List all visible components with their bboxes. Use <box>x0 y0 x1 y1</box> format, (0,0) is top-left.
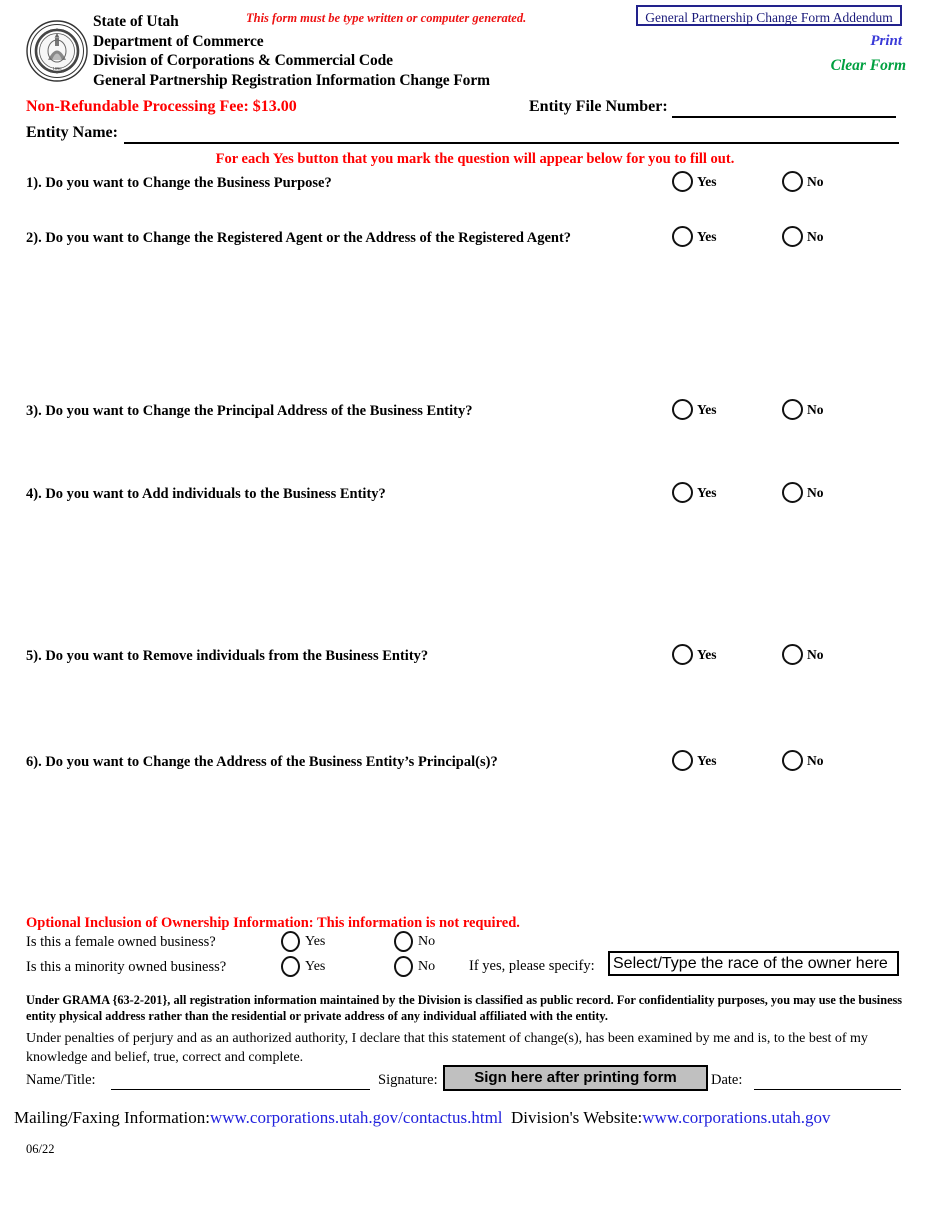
question-2-no-radio[interactable] <box>782 226 803 247</box>
question-4-no-option[interactable]: No <box>782 482 824 503</box>
ownership-question-1: Is this a female owned business? <box>26 934 216 950</box>
question-6-no-option[interactable]: No <box>782 750 824 771</box>
question-5-no-label: No <box>807 646 824 662</box>
question-5-yes-option[interactable]: Yes <box>672 644 717 665</box>
grama-notice: Under GRAMA {63-2-201}, all registration… <box>26 993 903 1023</box>
question-2-yes-option[interactable]: Yes <box>672 226 717 247</box>
question-2-yes-radio[interactable] <box>672 226 693 247</box>
question-6-yes-radio[interactable] <box>672 750 693 771</box>
question-6-no-label: No <box>807 752 824 768</box>
question-5-yes-label: Yes <box>697 646 717 662</box>
question-1-yes-radio[interactable] <box>672 171 693 192</box>
question-2-no-option[interactable]: No <box>782 226 824 247</box>
footer-gap <box>503 1108 512 1127</box>
question-1-no-radio[interactable] <box>782 171 803 192</box>
yes-instruction-text: For each Yes button that you mark the qu… <box>215 151 735 167</box>
question-4-radio-group: Yes No <box>0 482 950 506</box>
ownership-1-yes-label: Yes <box>305 933 326 949</box>
ownership-1-yes-option[interactable]: Yes <box>281 931 325 952</box>
question-1-yes-option[interactable]: Yes <box>672 171 717 192</box>
ownership-question-2: Is this a minority owned business? <box>26 959 227 975</box>
division-website-link[interactable]: www.corporations.utah.gov <box>642 1108 830 1127</box>
addendum-button[interactable]: General Partnership Change Form Addendum <box>636 5 902 26</box>
entity-file-number-input[interactable] <box>672 116 896 118</box>
ownership-1-yes-radio[interactable] <box>281 931 300 952</box>
typewritten-notice: This form must be type written or comput… <box>246 11 527 25</box>
date-input[interactable] <box>754 1089 901 1090</box>
ownership-2-no-label: No <box>418 958 436 974</box>
question-5-no-option[interactable]: No <box>782 644 824 665</box>
question-5-no-radio[interactable] <box>782 644 803 665</box>
ownership-1-no-option[interactable]: No <box>394 931 435 952</box>
signature-label: Signature: <box>378 1072 438 1088</box>
question-2-no-label: No <box>807 228 824 244</box>
question-4-yes-option[interactable]: Yes <box>672 482 717 503</box>
question-6-yes-label: Yes <box>697 752 717 768</box>
date-label: Date: <box>711 1072 743 1088</box>
print-button[interactable]: Print <box>0 33 902 50</box>
ownership-2-no-radio[interactable] <box>394 956 413 977</box>
question-2-radio-group: Yes No <box>0 226 950 250</box>
entity-file-number-label: Entity File Number: <box>529 98 668 115</box>
clear-form-button[interactable]: Clear Form <box>0 57 906 75</box>
entity-name-input[interactable] <box>124 142 899 144</box>
question-3-yes-option[interactable]: Yes <box>672 399 717 420</box>
name-title-input[interactable] <box>111 1089 370 1090</box>
ownership-2-yes-radio[interactable] <box>281 956 300 977</box>
question-3-no-label: No <box>807 401 824 417</box>
question-3-no-radio[interactable] <box>782 399 803 420</box>
ownership-2-no-option[interactable]: No <box>394 956 435 977</box>
question-4-yes-radio[interactable] <box>672 482 693 503</box>
question-1-yes-label: Yes <box>697 173 717 189</box>
question-5-radio-group: Yes No <box>0 644 950 668</box>
question-4-yes-label: Yes <box>697 484 717 500</box>
question-5-yes-radio[interactable] <box>672 644 693 665</box>
division-website-label: Division's Website: <box>511 1108 643 1127</box>
question-1-no-label: No <box>807 173 824 189</box>
ownership-2-yes-label: Yes <box>305 958 326 974</box>
ownership-1-no-label: No <box>418 933 436 949</box>
question-3-radio-group: Yes No <box>0 399 950 423</box>
question-2-yes-label: Yes <box>697 228 717 244</box>
question-6-no-radio[interactable] <box>782 750 803 771</box>
footer-contact-line: Mailing/Faxing Information:www.corporati… <box>14 1108 831 1128</box>
mailing-faxing-label: Mailing/Faxing Information: <box>14 1108 210 1127</box>
form-version: 06/22 <box>26 1142 55 1156</box>
question-4-no-radio[interactable] <box>782 482 803 503</box>
ownership-2-yes-option[interactable]: Yes <box>281 956 325 977</box>
question-3-yes-label: Yes <box>697 401 717 417</box>
question-6-yes-option[interactable]: Yes <box>672 750 717 771</box>
form-page: 1896 State of Utah Department of Commerc… <box>0 0 950 1230</box>
name-title-label: Name/Title: <box>26 1072 96 1088</box>
signature-button[interactable]: Sign here after printing form <box>443 1065 708 1091</box>
ownership-section-title: Optional Inclusion of Ownership Informat… <box>26 915 520 931</box>
contactus-link[interactable]: www.corporations.utah.gov/contactus.html <box>210 1108 503 1127</box>
question-6-radio-group: Yes No <box>0 750 950 774</box>
question-1-no-option[interactable]: No <box>782 171 824 192</box>
race-input[interactable]: Select/Type the race of the owner here <box>608 951 899 976</box>
question-1-radio-group: Yes No <box>0 171 950 195</box>
specify-race-label: If yes, please specify: <box>469 958 595 974</box>
question-4-no-label: No <box>807 484 824 500</box>
processing-fee-label: Non-Refundable Processing Fee: $13.00 <box>26 98 297 115</box>
question-3-no-option[interactable]: No <box>782 399 824 420</box>
ownership-1-no-radio[interactable] <box>394 931 413 952</box>
perjury-statement: Under penalties of perjury and as an aut… <box>26 1031 868 1065</box>
entity-name-label: Entity Name: <box>26 124 118 141</box>
question-3-yes-radio[interactable] <box>672 399 693 420</box>
